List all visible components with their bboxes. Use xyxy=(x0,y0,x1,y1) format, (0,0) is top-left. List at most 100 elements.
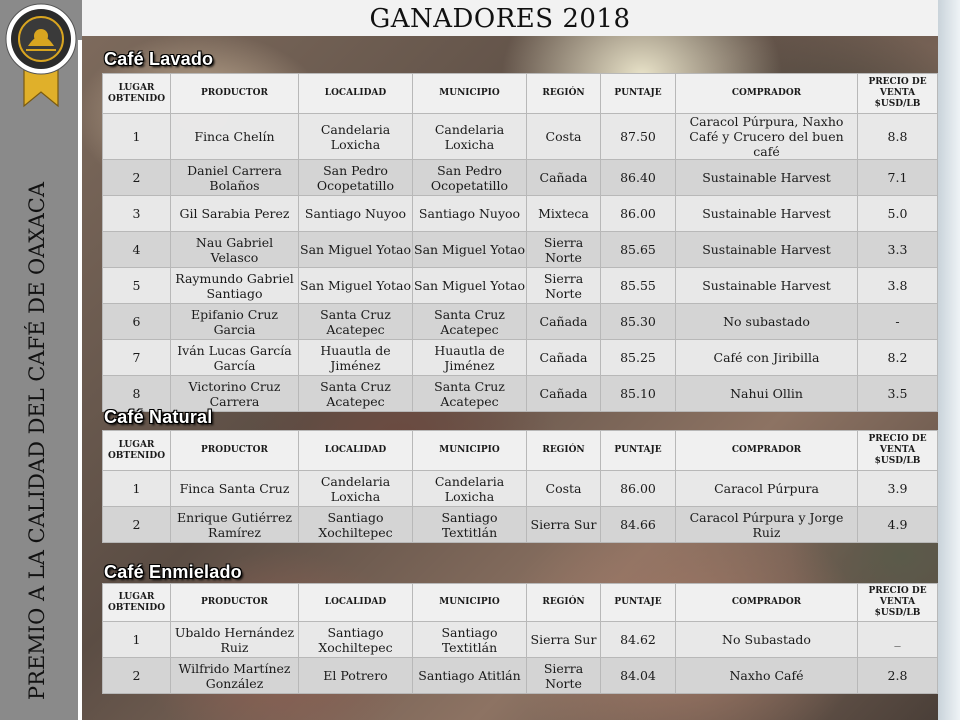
header-precio: PRECIO DE VENTA $USD/LB xyxy=(857,583,938,622)
cell-productor: Raymundo Gabriel Santiago xyxy=(170,267,299,304)
cell-localidad: Huautla de Jiménez xyxy=(298,339,413,376)
header-municipio: MUNICIPIO xyxy=(412,583,527,622)
cell-precio: 3.8 xyxy=(857,267,938,304)
page-title: GANADORES 2018 xyxy=(369,4,631,34)
cell-municipio: Santiago Textitlán xyxy=(412,506,527,543)
cell-precio: - xyxy=(857,303,938,340)
header-localidad: LOCALIDAD xyxy=(298,73,413,114)
cell-precio: 4.9 xyxy=(857,506,938,543)
header-region: REGIÓN xyxy=(526,73,601,114)
cell-comprador: Caracol Púrpura xyxy=(675,470,858,507)
cell-localidad: El Potrero xyxy=(298,657,413,694)
cell-precio: 3.5 xyxy=(857,375,938,412)
table-cafe-natural: LUGAR OBTENIDO PRODUCTOR LOCALIDAD MUNIC… xyxy=(102,430,938,543)
header-precio: PRECIO DE VENTA $USD/LB xyxy=(857,430,938,471)
header-comprador: COMPRADOR xyxy=(675,73,858,114)
cell-productor: Finca Santa Cruz xyxy=(170,470,299,507)
table-row: 6 Epifanio Cruz Garcia Santa Cruz Acatepec… xyxy=(102,303,938,340)
cell-productor: Finca Chelín xyxy=(170,113,299,160)
cell-productor: Daniel Carrera Bolaños xyxy=(170,159,299,196)
table-header-row: LUGAR OBTENIDO PRODUCTOR LOCALIDAD MUNIC… xyxy=(102,430,938,471)
cell-localidad: Santiago Xochiltepec xyxy=(298,621,413,658)
cell-region: Sierra Norte xyxy=(526,657,601,694)
cell-localidad: Santa Cruz Acatepec xyxy=(298,303,413,340)
cell-puntaje: 86.00 xyxy=(600,195,676,232)
vertical-title: PREMIO A LA CALIDAD DEL CAFÉ DE OAXACA xyxy=(25,182,49,700)
header-puntaje: PUNTAJE xyxy=(600,73,676,114)
cell-puntaje: 85.55 xyxy=(600,267,676,304)
cell-localidad: Santiago Nuyoo xyxy=(298,195,413,232)
cell-puntaje: 85.25 xyxy=(600,339,676,376)
cell-localidad: Candelaria Loxicha xyxy=(298,470,413,507)
header-lugar: LUGAR OBTENIDO xyxy=(102,430,171,471)
cell-puntaje: 86.00 xyxy=(600,470,676,507)
cell-municipio: Santiago Textitlán xyxy=(412,621,527,658)
cell-puntaje: 86.40 xyxy=(600,159,676,196)
cell-productor: Epifanio Cruz Garcia xyxy=(170,303,299,340)
cell-region: Sierra Norte xyxy=(526,231,601,268)
cell-region: Sierra Sur xyxy=(526,621,601,658)
table-row: 1 Ubaldo Hernández Ruiz Santiago Xochiltep… xyxy=(102,621,938,658)
cell-precio: 3.9 xyxy=(857,470,938,507)
cell-comprador: Nahui Ollin xyxy=(675,375,858,412)
cell-region: Costa xyxy=(526,113,601,160)
cell-localidad: San Miguel Yotao xyxy=(298,231,413,268)
cell-productor: Nau Gabriel Velasco xyxy=(170,231,299,268)
cell-productor: Wilfrido Martínez González xyxy=(170,657,299,694)
table-row: 3 Gil Sarabia Perez Santiago Nuyoo Santiago… xyxy=(102,195,938,232)
cell-municipio: San Pedro Ocopetatillo xyxy=(412,159,527,196)
header-municipio: MUNICIPIO xyxy=(412,430,527,471)
header-region: REGIÓN xyxy=(526,583,601,622)
cell-lugar: 1 xyxy=(102,113,171,160)
header-precio: PRECIO DE VENTA $USD/LB xyxy=(857,73,938,114)
cell-productor: Enrique Gutiérrez Ramírez xyxy=(170,506,299,543)
cell-comprador: Sustainable Harvest xyxy=(675,267,858,304)
header-puntaje: PUNTAJE xyxy=(600,583,676,622)
header-productor: PRODUCTOR xyxy=(170,73,299,114)
cell-lugar: 6 xyxy=(102,303,171,340)
cell-region: Cañada xyxy=(526,339,601,376)
award-seal-icon xyxy=(5,3,77,108)
right-edge-strip xyxy=(938,0,960,720)
cell-municipio: Candelaria Loxicha xyxy=(412,470,527,507)
header-lugar: LUGAR OBTENIDO xyxy=(102,73,171,114)
cell-lugar: 2 xyxy=(102,506,171,543)
cell-comprador: Sustainable Harvest xyxy=(675,159,858,196)
cell-municipio: San Miguel Yotao xyxy=(412,267,527,304)
cell-region: Cañada xyxy=(526,375,601,412)
cell-puntaje: 87.50 xyxy=(600,113,676,160)
table-row: 7 Iván Lucas García García Huautla de Jimé… xyxy=(102,339,938,376)
cell-precio: 3.3 xyxy=(857,231,938,268)
cell-puntaje: 84.66 xyxy=(600,506,676,543)
cell-region: Cañada xyxy=(526,159,601,196)
cell-localidad: Santiago Xochiltepec xyxy=(298,506,413,543)
cell-comprador: Caracol Púrpura y Jorge Ruiz xyxy=(675,506,858,543)
table-row: 2 Daniel Carrera Bolaños San Pedro Ocopeta… xyxy=(102,159,938,196)
cell-municipio: Santa Cruz Acatepec xyxy=(412,375,527,412)
cell-puntaje: 85.10 xyxy=(600,375,676,412)
section-label-enmielado: Café Enmielado xyxy=(104,562,242,582)
cell-region: Sierra Sur xyxy=(526,506,601,543)
header-productor: PRODUCTOR xyxy=(170,583,299,622)
table-row: 4 Nau Gabriel Velasco San Miguel Yotao San … xyxy=(102,231,938,268)
cell-lugar: 7 xyxy=(102,339,171,376)
table-header-row: LUGAR OBTENIDO PRODUCTOR LOCALIDAD MUNIC… xyxy=(102,583,938,622)
cell-municipio: Santiago Nuyoo xyxy=(412,195,527,232)
cell-municipio: Huautla de Jiménez xyxy=(412,339,527,376)
table-row: 1 Finca Santa Cruz Candelaria Loxicha Cande… xyxy=(102,470,938,507)
table-row: 2 Wilfrido Martínez González El Potrero San… xyxy=(102,657,938,694)
cell-comprador: Café con Jiribilla xyxy=(675,339,858,376)
cell-municipio: San Miguel Yotao xyxy=(412,231,527,268)
header-region: REGIÓN xyxy=(526,430,601,471)
cell-precio: 5.0 xyxy=(857,195,938,232)
header-puntaje: PUNTAJE xyxy=(600,430,676,471)
cell-lugar: 1 xyxy=(102,470,171,507)
cell-comprador: Sustainable Harvest xyxy=(675,195,858,232)
section-label-lavado: Café Lavado xyxy=(104,49,214,69)
cell-puntaje: 84.04 xyxy=(600,657,676,694)
cell-region: Cañada xyxy=(526,303,601,340)
cell-region: Costa xyxy=(526,470,601,507)
cell-localidad: San Pedro Ocopetatillo xyxy=(298,159,413,196)
cell-municipio: Santa Cruz Acatepec xyxy=(412,303,527,340)
cell-precio: 8.8 xyxy=(857,113,938,160)
